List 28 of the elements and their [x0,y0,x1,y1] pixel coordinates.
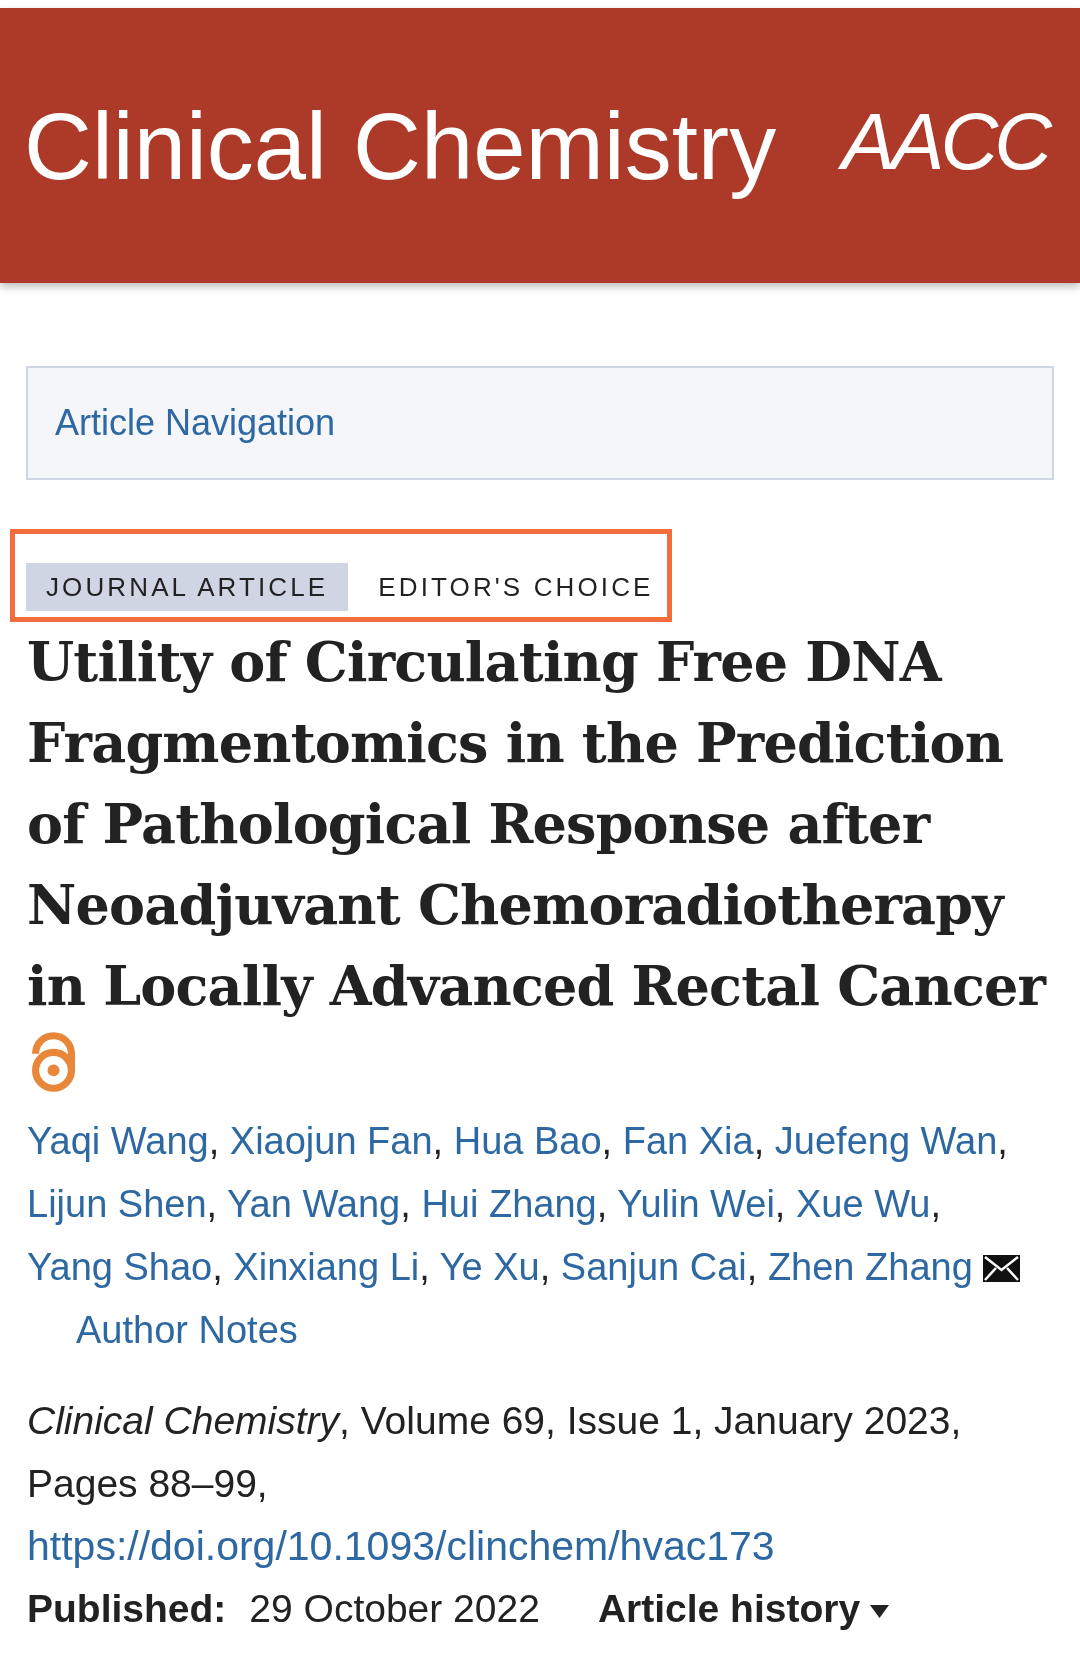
published-date: 29 October 2022 [249,1586,540,1633]
author-link[interactable]: Fan Xia [622,1120,754,1162]
author-link[interactable]: Ye Xu [439,1246,540,1288]
author-link[interactable]: Juefeng Wan [774,1120,998,1162]
author-link[interactable]: Yan Wang [227,1183,401,1225]
author-link[interactable]: Sanjun Cai [560,1246,747,1288]
doi-link[interactable]: https://doi.org/10.1093/clinchem/hvac173 [27,1515,775,1578]
article-tag: EDITOR'S CHOICE [348,563,654,611]
author-notes-link[interactable]: Author Notes [76,1299,298,1362]
article-history-button[interactable]: Article history [597,1580,890,1639]
author-list: Yaqi Wang, Xiaojun Fan, Hua Bao, Fan Xia, Juefeng Wan, Lijun Shen, Yan Wang, Hui Zhang, Yulin Wei, Xue Wu, Yang Shao, Xinxiang Li, Ye Xu, Sanjun Cai, Zhen Zhang [27,1110,1057,1299]
author-link[interactable]: Hua Bao [453,1120,602,1162]
author-link[interactable]: Xiaojun Fan [229,1120,433,1162]
article-navigation-button[interactable]: Article Navigation [26,366,1054,480]
article-tag: JOURNAL ARTICLE [26,563,349,611]
author-link[interactable]: Yaqi Wang [27,1120,209,1162]
published-label: Published: [27,1586,227,1633]
author-link[interactable]: Hui Zhang [421,1183,597,1225]
journal-logo[interactable]: Clinical Chemistry [24,91,777,204]
author-link[interactable]: Zhen Zhang [767,1246,973,1288]
author-link[interactable]: Lijun Shen [27,1183,207,1225]
author-link[interactable]: Yulin Wei [617,1183,775,1225]
author-link[interactable]: Yang Shao [27,1246,213,1288]
author-link[interactable]: Xue Wu [796,1183,931,1225]
article-title: Utility of Circulating Free DNA Fragmentomics in the Prediction of Pathological Response after Neoadjuvant Chemoradiotherapy in Locally Advanced Rectal Cancer [27,629,1048,1020]
author-link[interactable]: Xinxiang Li [233,1246,420,1288]
citation-text: Clinical Chemistry, Volume 69, Issue 1, January 2023, Pages 88–99, [27,1398,963,1507]
envelope-icon[interactable] [983,1255,1021,1282]
